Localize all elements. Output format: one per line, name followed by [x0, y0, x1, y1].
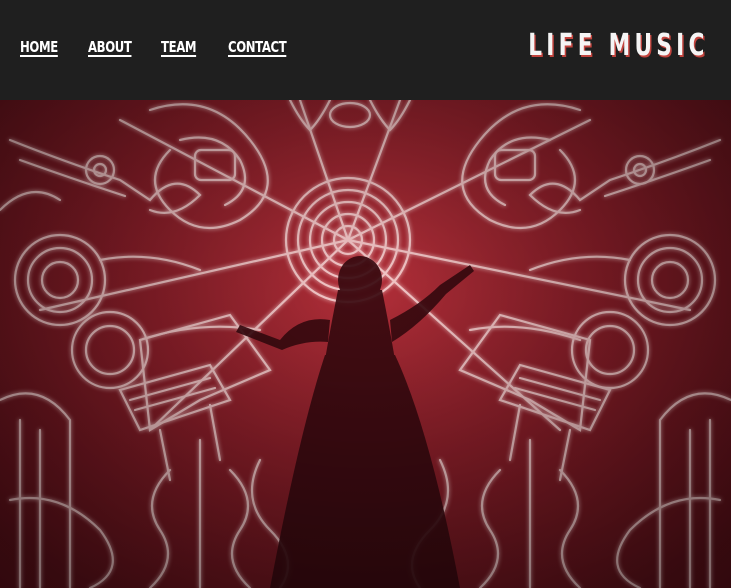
site-logo[interactable]: LIFE MUSIC: [528, 28, 709, 63]
nav-link-team[interactable]: TEAM: [161, 38, 197, 56]
hero-image: [0, 100, 731, 588]
top-navbar: HOME ABOUT TEAM CONTACT LIFE MUSIC: [0, 0, 731, 100]
nav-link-about[interactable]: ABOUT: [88, 38, 132, 56]
nav-link-home[interactable]: HOME: [20, 38, 58, 56]
neon-orchestra-illustration: [0, 100, 731, 588]
nav-link-contact[interactable]: CONTACT: [228, 38, 287, 56]
